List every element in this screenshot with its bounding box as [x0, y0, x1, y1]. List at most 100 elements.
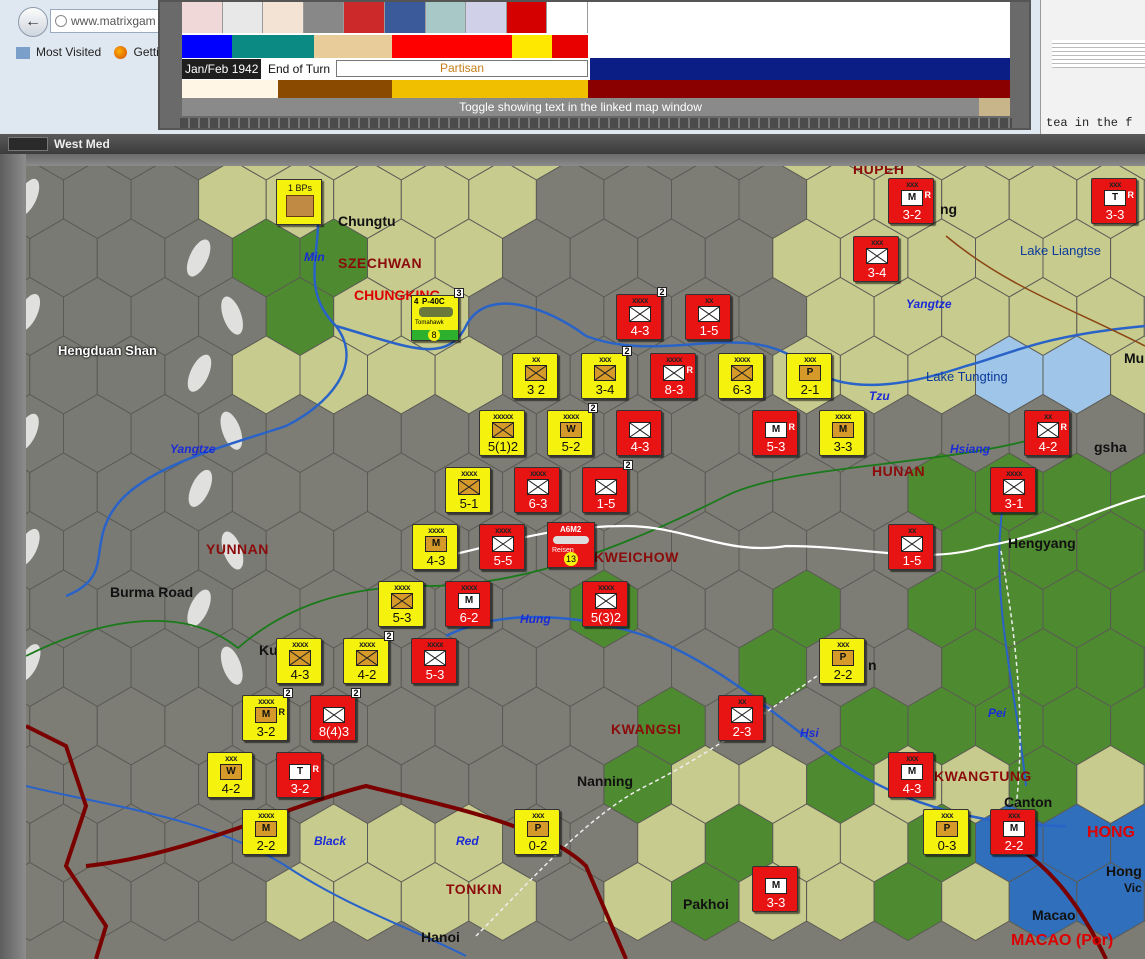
- unit-strength: 1-5: [902, 553, 922, 568]
- cross-icon: [357, 651, 377, 665]
- flag-3[interactable]: [303, 2, 345, 33]
- air-count: 4: [414, 297, 419, 306]
- unit-counter[interactable]: xxxx M 3-3: [819, 410, 865, 456]
- flag-1[interactable]: [222, 2, 264, 33]
- unit-counter[interactable]: xxxx 6-3: [718, 353, 764, 399]
- unit-counter[interactable]: xxx M 3-2 R: [888, 178, 934, 224]
- unit-counter[interactable]: xxxx 5-1: [445, 467, 491, 513]
- stack-badge: 2: [283, 688, 293, 698]
- unit-counter[interactable]: xxx T 3-3 R: [1091, 178, 1137, 224]
- unit-counter[interactable]: xxx P 2-1: [786, 353, 832, 399]
- flag-7[interactable]: [466, 2, 507, 33]
- map-titlebar[interactable]: West Med: [0, 134, 1145, 154]
- bookmark-most-visited[interactable]: Most Visited: [36, 45, 101, 59]
- bookmark-getting-started[interactable]: Getti: [133, 45, 158, 59]
- bp-label: 1 BPs: [287, 183, 312, 193]
- unit-counter[interactable]: xxxx 5(3)2: [582, 581, 628, 627]
- unit-counter[interactable]: 1-5 2: [582, 460, 633, 513]
- unit-strength: 3-2: [902, 207, 922, 222]
- hex-map[interactable]: SZECHWAN YUNNAN KWEICHOW KWANGSI HUNAN T…: [26, 166, 1145, 959]
- flag-0[interactable]: [182, 2, 223, 33]
- unit-counter[interactable]: xxxx 5-3: [411, 638, 457, 684]
- unit-strength: 5(1)2: [487, 439, 519, 454]
- unit-code: T: [296, 766, 304, 777]
- unit-counter[interactable]: xxxx 3-1: [990, 467, 1036, 513]
- unit-type-icon: T: [289, 764, 311, 780]
- unit-counter[interactable]: xxxx 4-3 2: [616, 287, 667, 340]
- unit-counter[interactable]: xxxx 5-5: [479, 524, 525, 570]
- address-bar[interactable]: www.matrixgam: [50, 9, 160, 33]
- unit-counter[interactable]: xx 2-3: [718, 695, 764, 741]
- unit-counter[interactable]: xxxx M 3-2 2 R: [242, 688, 293, 741]
- unit-counter[interactable]: T 3-2 R: [276, 752, 322, 798]
- unit-counter[interactable]: xxx M 4-3: [888, 752, 934, 798]
- unit-size: xxxx: [563, 412, 579, 421]
- unit-reserve-tag: R: [278, 707, 286, 717]
- cross-icon: [902, 537, 922, 551]
- unit-counter[interactable]: xx 3 2: [512, 353, 558, 399]
- unit-counter[interactable]: xxx P 2-2: [819, 638, 865, 684]
- unit-type-icon: [323, 707, 345, 723]
- color-swatch-1[interactable]: [232, 35, 314, 58]
- unit-counter[interactable]: xxxx W 5-2 2: [547, 403, 598, 456]
- flag-5[interactable]: [384, 2, 426, 33]
- region-tonkin: TONKIN: [446, 881, 503, 897]
- place-hengyang: Hengyang: [1008, 535, 1076, 551]
- color-swatch-6[interactable]: [588, 35, 1010, 58]
- popup-scrollbar[interactable]: [180, 118, 1012, 128]
- color-swatch-2[interactable]: [314, 35, 392, 58]
- flag-9[interactable]: [547, 2, 588, 33]
- air-unit-p40c[interactable]: 4 P-40C Tomahawk 8 3: [411, 288, 464, 341]
- unit-counter[interactable]: xxxx 6-3: [514, 467, 560, 513]
- unit-counter[interactable]: xxx 3-4: [853, 236, 899, 282]
- end-of-turn-label[interactable]: End of Turn: [268, 59, 330, 79]
- unit-counter[interactable]: xxxxx 5(1)2: [479, 410, 525, 456]
- flag-4[interactable]: [344, 2, 385, 33]
- unit-counter[interactable]: 8(4)3 2: [310, 688, 361, 741]
- place-ng-fragment: ng: [940, 201, 958, 217]
- unit-counter[interactable]: M 5-3 R: [752, 410, 798, 456]
- unit-strength: 0-2: [528, 838, 548, 853]
- region-szechwan: SZECHWAN: [338, 255, 423, 271]
- unit-code: M: [1009, 823, 1019, 834]
- cross-icon: [459, 480, 479, 494]
- toggle-text-button[interactable]: Toggle showing text in the linked map wi…: [182, 98, 979, 116]
- color-swatch-4[interactable]: [512, 35, 552, 58]
- color-swatch-3[interactable]: [392, 35, 512, 58]
- flag-8[interactable]: [506, 2, 548, 33]
- flag-2[interactable]: [263, 2, 304, 33]
- unit-counter[interactable]: xxxx M 6-2: [445, 581, 491, 627]
- unit-counter[interactable]: xxxx 8-3 R: [650, 353, 696, 399]
- unit-counter[interactable]: xxx M 2-2: [990, 809, 1036, 855]
- unit-counter[interactable]: xxxx M 4-3: [412, 524, 458, 570]
- unit-counter[interactable]: xxxx 4-3: [276, 638, 322, 684]
- unit-counter[interactable]: xxx P 0-2: [514, 809, 560, 855]
- partisan-field[interactable]: Partisan: [336, 60, 588, 77]
- unit-counter[interactable]: xxx 3-4 2: [581, 346, 632, 399]
- band-row: [182, 80, 1010, 98]
- build-points-counter[interactable]: 1 BPs: [276, 179, 322, 225]
- unit-counter[interactable]: xx 1-5: [888, 524, 934, 570]
- unit-counter[interactable]: xxx W 4-2: [207, 752, 253, 798]
- unit-type-icon: M: [765, 422, 787, 438]
- unit-counter[interactable]: 4-3: [616, 410, 662, 456]
- unit-type-icon: [458, 479, 480, 495]
- unit-size: xx: [1044, 412, 1052, 421]
- window-icon[interactable]: [8, 137, 48, 151]
- river-pei: Pei: [988, 706, 1007, 720]
- flag-6[interactable]: [425, 2, 467, 33]
- unit-counter[interactable]: M 3-3: [752, 866, 798, 912]
- unit-counter[interactable]: xxx P 0-3: [923, 809, 969, 855]
- unit-counter[interactable]: xxxx 4-2 2: [343, 631, 394, 684]
- color-row: [182, 35, 1010, 58]
- color-swatch-0[interactable]: [182, 35, 232, 58]
- unit-counter[interactable]: xx 1-5: [685, 294, 731, 340]
- firefox-icon: [114, 46, 128, 60]
- unit-size: xx: [532, 355, 540, 364]
- unit-counter[interactable]: xx 4-2 R: [1024, 410, 1070, 456]
- color-swatch-5[interactable]: [552, 35, 588, 58]
- unit-counter[interactable]: xxxx M 2-2: [242, 809, 288, 855]
- air-unit-a6m2[interactable]: A6M2 Reisen 13: [547, 522, 595, 568]
- unit-counter[interactable]: xxxx 5-3: [378, 581, 424, 627]
- back-button[interactable]: ←: [18, 7, 48, 37]
